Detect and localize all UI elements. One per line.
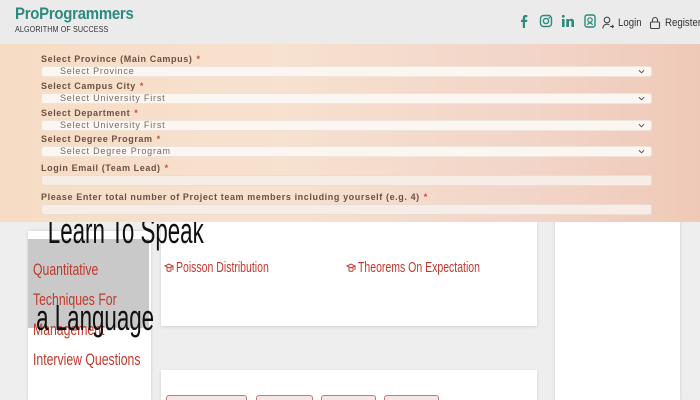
user-icon — [602, 16, 614, 29]
team-size-field[interactable] — [41, 204, 652, 215]
category-button[interactable] — [256, 395, 313, 400]
province-select-value: Select Province — [60, 66, 135, 76]
email-field[interactable] — [41, 175, 652, 186]
campus-city-select[interactable]: Select University First — [41, 93, 652, 104]
facebook-icon[interactable] — [517, 13, 531, 29]
brand-tagline: ALGORITHM OF SUCCESS — [15, 25, 109, 34]
ad-banner[interactable] — [555, 205, 680, 400]
chevron-down-icon — [638, 69, 645, 74]
linkedin-icon[interactable] — [561, 13, 575, 29]
brand-name: ProProgrammers — [15, 4, 134, 23]
brand-logo[interactable]: ProProgrammers ALGORITHM OF SUCCESS — [15, 4, 150, 34]
ad-subheadline: a Language — [36, 297, 155, 338]
category-button[interactable] — [321, 395, 376, 400]
graduation-cap-icon — [346, 262, 356, 272]
team-size-label: Please Enter total number of Project tea… — [41, 192, 428, 202]
province-label: Select Province (Main Campus) * — [41, 54, 201, 64]
login-label: Login — [618, 16, 642, 29]
topic-label: Poisson Distribution — [176, 259, 269, 276]
lock-icon — [649, 16, 661, 29]
topic-link-poisson[interactable]: Poisson Distribution — [164, 259, 309, 276]
social-links — [517, 13, 597, 29]
chevron-down-icon — [638, 96, 645, 101]
chevron-down-icon — [638, 123, 645, 128]
register-link[interactable]: Register — [649, 16, 700, 29]
register-label: Register — [665, 16, 700, 29]
department-label: Select Department * — [41, 108, 139, 118]
login-link[interactable]: Login — [602, 16, 645, 29]
category-button[interactable] — [166, 395, 247, 400]
topic-label: Theorems On Expectation — [358, 259, 480, 276]
topic-link-expectation[interactable]: Theorems On Expectation — [346, 259, 532, 276]
province-select[interactable]: Select Province — [41, 66, 652, 77]
graduation-cap-icon — [164, 262, 174, 272]
whatsapp-icon[interactable] — [583, 13, 597, 29]
chevron-down-icon — [638, 149, 645, 154]
department-select-value: Select University First — [60, 120, 166, 130]
campus-city-label: Select Campus City * — [41, 81, 144, 91]
email-label: Login Email (Team Lead) * — [41, 163, 169, 173]
degree-program-select[interactable]: Select Degree Program — [41, 146, 652, 157]
campus-city-select-value: Select University First — [60, 93, 166, 103]
site-header: ProProgrammers ALGORITHM OF SUCCESS Logi… — [0, 0, 700, 44]
degree-program-label: Select Degree Program * — [41, 134, 161, 144]
degree-program-select-value: Select Degree Program — [60, 146, 171, 156]
category-button[interactable] — [384, 395, 439, 400]
department-select[interactable]: Select University First — [41, 120, 652, 131]
instagram-icon[interactable] — [539, 13, 553, 29]
